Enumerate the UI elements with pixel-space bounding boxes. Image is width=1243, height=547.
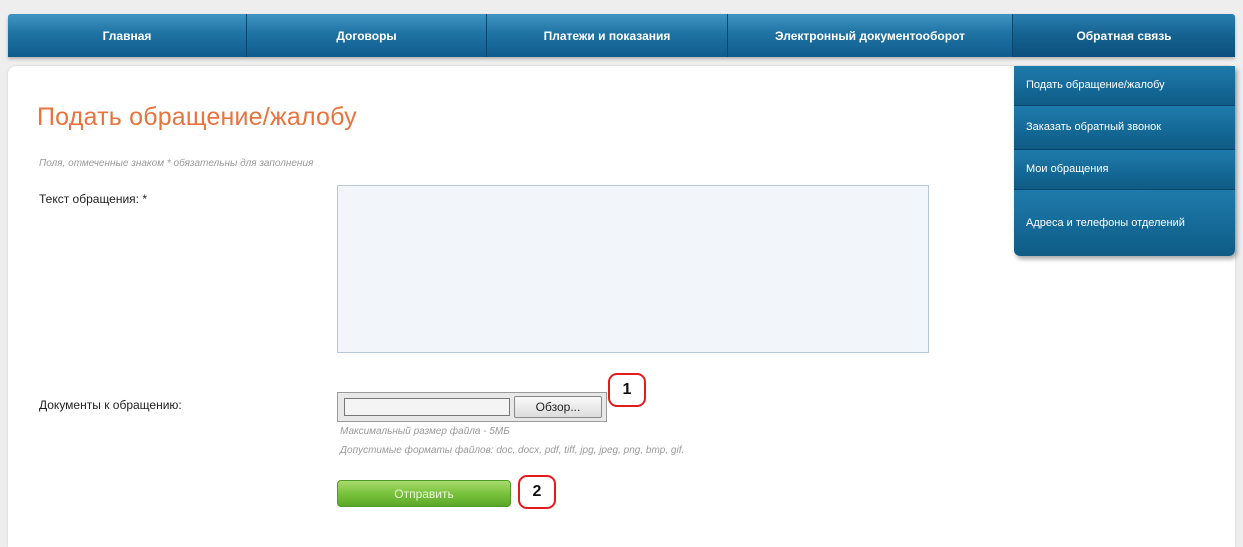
annotation-callout-1: 1 xyxy=(608,373,646,407)
message-text-label: Текст обращения: * xyxy=(39,192,148,206)
dropdown-item-order-callback[interactable]: Заказать обратный звонок xyxy=(1014,106,1235,150)
dropdown-item-my-requests[interactable]: Мои обращения xyxy=(1014,150,1235,190)
nav-item-home[interactable]: Главная xyxy=(8,14,247,57)
required-fields-hint: Поля, отмеченные знаком * обязательны дл… xyxy=(39,158,314,169)
nav-item-edm[interactable]: Электронный документооборот xyxy=(728,14,1013,57)
file-path-input[interactable] xyxy=(344,398,510,416)
documents-label: Документы к обращению: xyxy=(39,398,182,412)
message-text-input[interactable] xyxy=(337,185,929,353)
nav-item-contracts[interactable]: Договоры xyxy=(247,14,487,57)
dropdown-item-submit-complaint[interactable]: Подать обращение/жалобу xyxy=(1014,66,1235,106)
annotation-callout-2: 2 xyxy=(518,475,556,509)
nav-item-feedback[interactable]: Обратная связь xyxy=(1013,14,1235,57)
file-upload-field[interactable]: Обзор... xyxy=(337,392,607,422)
nav-item-payments[interactable]: Платежи и показания xyxy=(487,14,728,57)
dropdown-item-branch-contacts[interactable]: Адреса и телефоны отделений xyxy=(1014,190,1235,256)
max-file-size-note: Максимальный размер файла - 5МБ xyxy=(340,426,510,437)
main-nav: Главная Договоры Платежи и показания Эле… xyxy=(8,14,1235,57)
submit-button[interactable]: Отправить xyxy=(337,480,511,507)
browse-button[interactable]: Обзор... xyxy=(514,396,602,418)
allowed-formats-note: Допустимые форматы файлов: doc, docx, pd… xyxy=(340,445,685,456)
feedback-dropdown-menu: Подать обращение/жалобу Заказать обратны… xyxy=(1014,66,1235,256)
page-title: Подать обращение/жалобу xyxy=(37,103,357,131)
